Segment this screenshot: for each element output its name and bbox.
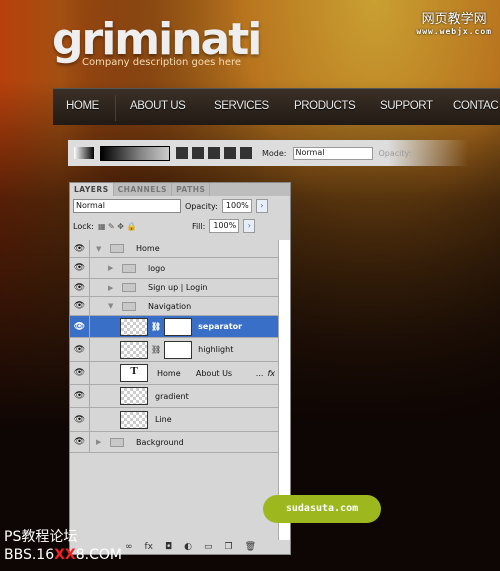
eye-icon[interactable]: 👁 — [70, 258, 90, 278]
layer-list: 👁 ▼ Home 👁 ▶ logo 👁 ▶ Sign up | Login 👁 ▼ Navigatio… — [70, 240, 279, 453]
layer-row[interactable]: 👁 gradient — [70, 385, 279, 408]
fx-icon[interactable]: fx — [145, 542, 154, 552]
layer-row[interactable]: 👁 Line — [70, 408, 279, 432]
mask-thumbnail — [164, 340, 193, 359]
fill-input[interactable]: 100% — [209, 219, 240, 233]
layers-panel: LAYERS CHANNELS PATHS Normal Opacity: 100% › … — [69, 182, 291, 555]
link-icon[interactable]: ∞ — [125, 542, 133, 552]
layer-name: Navigation — [148, 301, 192, 311]
fill-arrow[interactable]: › — [243, 219, 256, 233]
nav-home[interactable]: HOME — [66, 100, 99, 112]
eye-icon[interactable]: 👁 — [70, 385, 90, 407]
new-layer-icon[interactable]: ❐ — [225, 542, 233, 552]
eye-icon[interactable]: 👁 — [70, 432, 90, 452]
nav-separator — [115, 95, 116, 121]
adjustment-icon[interactable]: ◐ — [184, 542, 192, 552]
mask-icon[interactable]: ◘ — [165, 542, 172, 552]
layer-row[interactable]: 👁 ▼ Navigation — [70, 297, 279, 316]
tab-channels[interactable]: CHANNELS — [114, 183, 173, 196]
folder-icon — [122, 263, 136, 273]
collapsed-icon[interactable]: ▶ — [108, 264, 116, 272]
panel-footer: ∞ fx ◘ ◐ ▭ ❐ 🗑 — [125, 542, 256, 552]
collapsed-icon[interactable]: ▶ — [96, 438, 104, 446]
nav-services[interactable]: SERVICES — [214, 100, 269, 112]
tab-layers[interactable]: LAYERS — [70, 183, 114, 196]
layer-row[interactable]: 👁 ⛓ highlight — [70, 338, 279, 362]
expanded-icon[interactable]: ▼ — [108, 302, 116, 310]
nav-support[interactable]: SUPPORT — [380, 100, 433, 112]
gradient-toolbar: Mode: Normal Opacity: — [68, 140, 468, 166]
layer-name: logo — [148, 263, 166, 273]
layer-name: separator — [198, 322, 243, 331]
gradient-tool-icon[interactable] — [74, 147, 94, 159]
layer-name: Home About Us — [157, 368, 233, 378]
layer-name: Sign up | Login — [148, 283, 208, 292]
trash-icon[interactable]: 🗑 — [245, 542, 256, 552]
eye-icon[interactable]: 👁 — [70, 316, 90, 337]
layer-row[interactable]: 👁 ⛓ separator — [70, 316, 279, 338]
layer-name: gradient — [155, 391, 189, 401]
text-layer-icon: T — [120, 364, 148, 382]
layer-thumbnail — [120, 340, 148, 359]
folder-icon — [110, 244, 124, 253]
eye-icon[interactable]: 👁 — [70, 240, 90, 257]
opacity-label: Opacity: — [378, 148, 412, 158]
watermark: 网页教学网 www.webjx.com — [416, 12, 492, 36]
nav-contact[interactable]: CONTAC — [453, 100, 499, 112]
eye-icon[interactable]: 👁 — [70, 408, 90, 431]
eye-icon[interactable]: 👁 — [70, 297, 90, 315]
nav-products[interactable]: PRODUCTS — [294, 100, 356, 112]
opacity-arrow[interactable]: › — [255, 199, 268, 213]
eye-icon[interactable]: 👁 — [70, 362, 90, 384]
mode-label: Mode: — [262, 148, 287, 158]
layer-thumbnail — [120, 410, 148, 429]
ellipsis: ... — [255, 368, 264, 378]
layer-row[interactable]: 👁 ▶ Sign up | Login — [70, 279, 279, 297]
nav-about[interactable]: ABOUT US — [130, 100, 186, 112]
opacity-label: Opacity: — [185, 201, 218, 211]
folder-icon — [110, 437, 124, 447]
blend-mode-select[interactable]: Normal — [73, 199, 181, 213]
lock-label: Lock: — [73, 221, 94, 231]
layer-thumbnail — [120, 387, 148, 405]
chain-icon[interactable]: ⛓ — [151, 322, 161, 331]
fill-label: Fill: — [191, 221, 206, 231]
nav-bar: HOME ABOUT US SERVICES PRODUCTS SUPPORT … — [53, 88, 500, 125]
eye-icon[interactable]: 👁 — [70, 338, 90, 361]
sudasuta-bubble: sudasuta.com — [263, 495, 381, 523]
layer-row[interactable]: 👁 T Home About Us... fx — [70, 362, 279, 385]
gradient-picker[interactable] — [100, 145, 170, 161]
layer-name: Home — [136, 244, 160, 253]
layer-name: Background — [136, 437, 184, 447]
mode-select[interactable]: Normal — [292, 146, 373, 160]
folder-icon — [122, 283, 136, 292]
tagline: Company description goes here — [82, 57, 242, 68]
fx-icon[interactable]: fx — [267, 369, 275, 378]
chain-icon[interactable]: ⛓ — [151, 345, 161, 354]
forum-watermark: PS教程论坛 BBS.16XX8.COM — [4, 529, 122, 563]
collapsed-icon[interactable]: ▶ — [108, 284, 116, 292]
gradient-types[interactable] — [176, 147, 256, 159]
folder-icon — [122, 301, 136, 311]
layer-row[interactable]: 👁 ▶ Background — [70, 432, 279, 453]
layer-name: highlight — [198, 345, 234, 354]
lock-icons[interactable]: ▦ ✎ ✥ 🔒 — [98, 222, 188, 231]
opacity-input[interactable]: 100% — [221, 199, 252, 213]
eye-icon[interactable]: 👁 — [70, 279, 90, 296]
layer-row[interactable]: 👁 ▼ Home — [70, 240, 279, 258]
folder-icon[interactable]: ▭ — [204, 542, 213, 552]
expanded-icon[interactable]: ▼ — [96, 245, 104, 253]
layer-thumbnail — [120, 317, 148, 336]
mask-thumbnail — [164, 317, 193, 336]
tab-paths[interactable]: PATHS — [172, 183, 211, 196]
layer-row[interactable]: 👁 ▶ logo — [70, 258, 279, 279]
layer-name: Line — [155, 415, 172, 424]
